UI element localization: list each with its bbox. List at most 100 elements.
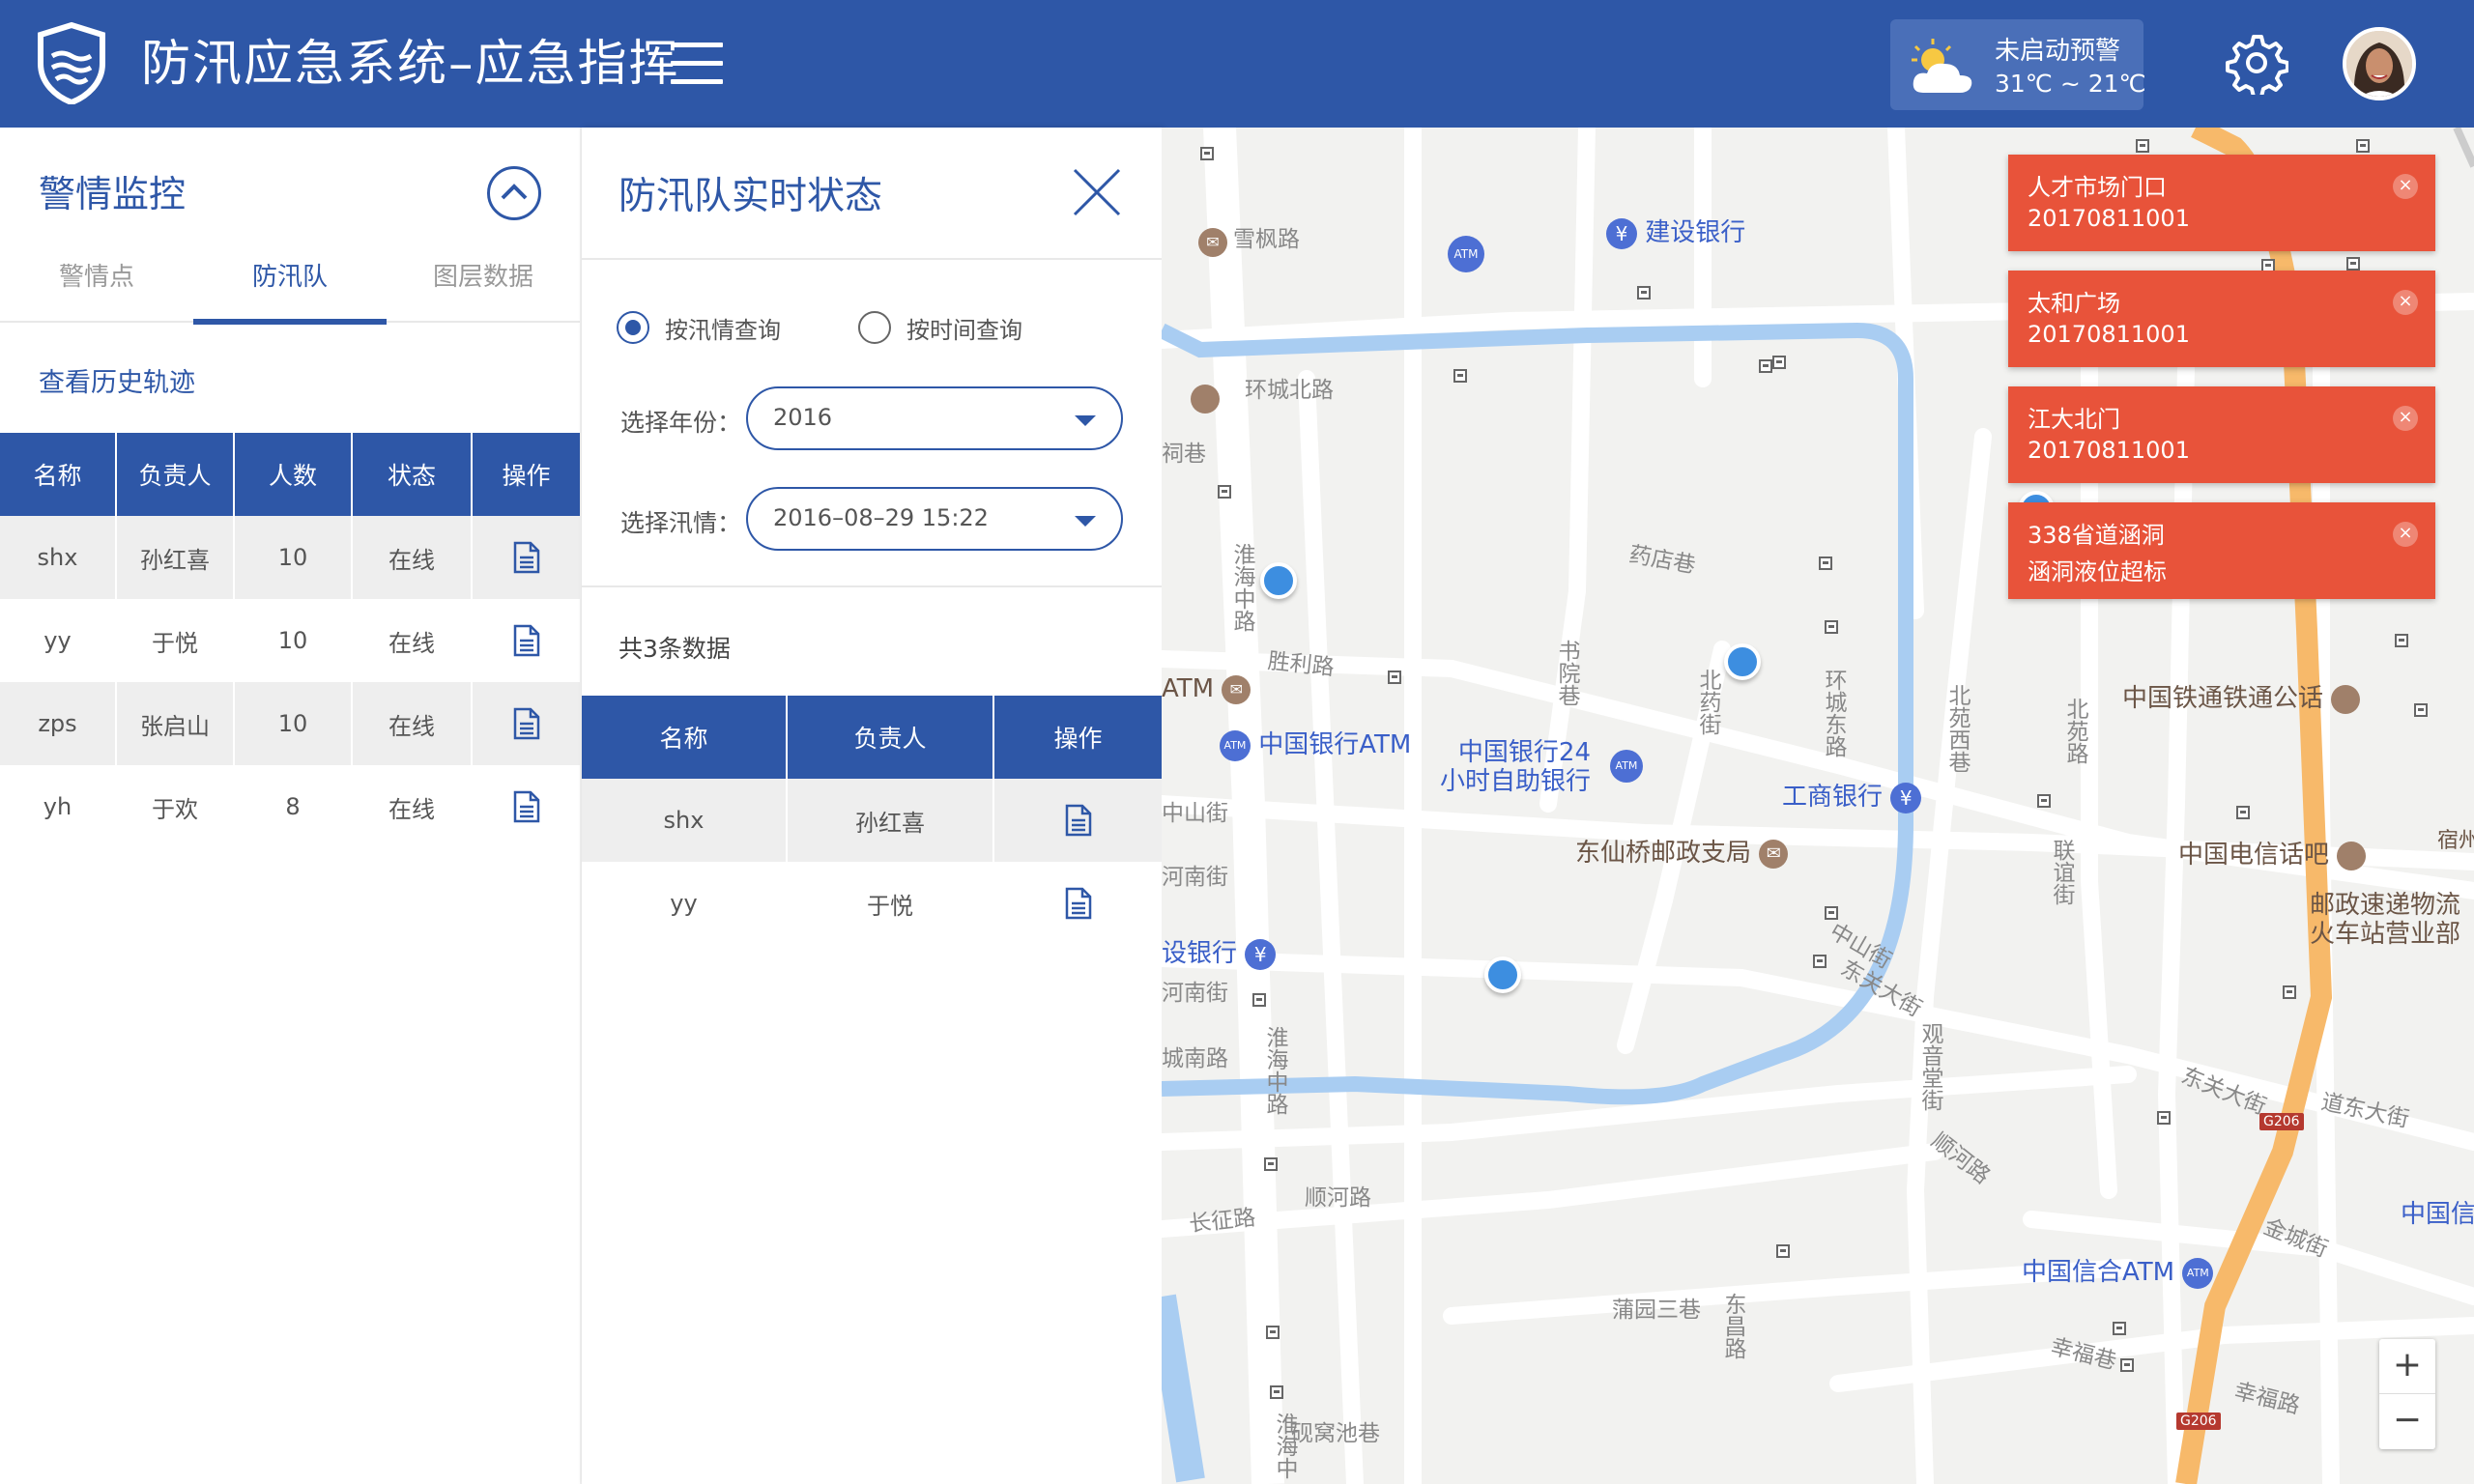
zoom-control: + − — [2379, 1339, 2435, 1449]
bus-stop-icon — [1218, 485, 1231, 499]
flood-event-label: 选择汛情： — [620, 509, 742, 537]
bus-stop-icon — [1270, 1385, 1283, 1399]
caret-down-icon — [1075, 516, 1096, 527]
poi-ems[interactable]: 邮政速递物流 火车站营业部 — [2310, 891, 2460, 949]
close-icon[interactable]: × — [2393, 174, 2418, 199]
street-label: 雪枫路 — [1233, 227, 1300, 252]
zoom-in-button[interactable]: + — [2379, 1339, 2435, 1394]
cell-status: 在线 — [352, 516, 473, 599]
atm-icon: ATM — [1610, 750, 1643, 783]
table-header-row: 名称 负责人 操作 — [582, 696, 1162, 779]
poi-boc-24h[interactable]: 中国银行24 小时自助银行 — [1440, 738, 1591, 796]
hamburger-menu-icon[interactable] — [671, 43, 723, 89]
alarm-monitor-panel: 警情监控 警情点 防汛队 图层数据 查看历史轨迹 名称 负责人 人数 状态 操作… — [0, 128, 580, 1484]
poi-boc-atm[interactable]: ATM 中国银行ATM — [1220, 725, 1411, 761]
alert-detail: 涵洞液位超标 — [2028, 558, 2167, 585]
bus-stop-icon — [2113, 1322, 2126, 1335]
close-icon[interactable]: × — [2393, 406, 2418, 431]
poi-post-office[interactable]: 东仙桥邮政支局 ✉ — [1575, 833, 1789, 869]
alert-card[interactable]: 338省道涵洞 涵洞液位超标 × — [2008, 502, 2435, 599]
poi-icbc[interactable]: 工商银行 ¥ — [1782, 777, 1922, 813]
bus-stop-icon — [2157, 1111, 2171, 1125]
table-row[interactable]: yy 于悦 — [582, 862, 1162, 945]
alert-card[interactable]: 太和广场 20170811001 × — [2008, 271, 2435, 367]
zoom-out-button[interactable]: − — [2379, 1394, 2435, 1449]
col-header-name[interactable]: 名称 — [582, 696, 788, 779]
bus-stop-icon — [1453, 369, 1467, 383]
close-icon[interactable]: × — [2393, 290, 2418, 315]
document-icon[interactable] — [1065, 887, 1092, 920]
team-location-marker[interactable] — [1260, 562, 1297, 599]
poi-telecom[interactable]: 中国电信话吧 — [2178, 835, 2367, 870]
street-label: 胜利路 — [1266, 648, 1336, 681]
bus-stop-icon — [2236, 806, 2250, 819]
tab-alarm-points[interactable]: 警情点 — [0, 253, 193, 323]
team-location-marker[interactable] — [1484, 956, 1521, 993]
col-header-count[interactable]: 人数 — [234, 433, 353, 516]
atm-icon[interactable]: ATM — [1448, 236, 1484, 272]
document-icon[interactable] — [513, 707, 540, 740]
poi-railway-office[interactable]: 中国铁通铁通公话 — [2122, 678, 2361, 714]
bus-stop-icon — [2136, 139, 2149, 153]
street-label: 河南街 — [1162, 981, 1228, 1006]
col-header-action[interactable]: 操作 — [472, 433, 580, 516]
poi-atm-left[interactable]: ATM ✉ — [1162, 674, 1251, 704]
alert-card[interactable]: 人才市场门口 20170811001 × — [2008, 155, 2435, 251]
alert-card[interactable]: 江大北门 20170811001 × — [2008, 386, 2435, 483]
table-row[interactable]: zps 张启山 10 在线 — [0, 682, 580, 765]
street-label: 砚窝池巷 — [1291, 1421, 1380, 1446]
view-history-track-link[interactable]: 查看历史轨迹 — [39, 361, 195, 399]
col-header-leader[interactable]: 负责人 — [116, 433, 235, 516]
close-icon[interactable]: × — [2393, 522, 2418, 547]
table-row[interactable]: shx 孙红喜 — [582, 779, 1162, 862]
bus-stop-icon — [1825, 906, 1838, 920]
caret-down-icon — [1075, 415, 1096, 426]
cell-name: yy — [582, 862, 788, 945]
poi-bank-left[interactable]: 设银行 ¥ — [1162, 933, 1277, 970]
street-label: 中山街 — [1162, 801, 1228, 826]
street-label: 蒲园三巷 — [1612, 1298, 1701, 1323]
alert-detail: 20170811001 — [2028, 321, 2190, 348]
radio-label: 按时间查询 — [906, 317, 1022, 344]
app-title: 防汛应急系统–应急指挥 — [141, 36, 680, 93]
street-label: 书院巷 — [1554, 640, 1579, 706]
document-icon[interactable] — [1065, 804, 1092, 837]
document-icon[interactable] — [513, 790, 540, 823]
document-icon[interactable] — [513, 541, 540, 574]
col-header-name[interactable]: 名称 — [0, 433, 117, 516]
street-label: 联谊街 — [2049, 839, 2074, 905]
panel-tabs: 警情点 防汛队 图层数据 — [0, 253, 580, 325]
table-row[interactable]: shx 孙红喜 10 在线 — [0, 516, 580, 599]
cell-leader: 于悦 — [787, 862, 994, 945]
tab-flood-teams[interactable]: 防汛队 — [193, 253, 387, 325]
cell-count: 10 — [234, 682, 353, 765]
col-header-status[interactable]: 状态 — [352, 433, 473, 516]
tab-layer-data[interactable]: 图层数据 — [387, 253, 580, 323]
team-location-marker[interactable] — [1724, 643, 1761, 680]
col-header-leader[interactable]: 负责人 — [787, 696, 994, 779]
weather-widget[interactable]: 未启动预警 31℃ ~ 21℃ — [1890, 19, 2146, 110]
cell-status: 在线 — [352, 765, 473, 848]
team-status-table: 名称 负责人 操作 shx 孙红喜 yy 于悦 — [582, 696, 1162, 945]
table-row[interactable]: yh 于欢 8 在线 — [0, 765, 580, 848]
collapse-button[interactable] — [487, 166, 541, 220]
cell-leader: 于欢 — [116, 765, 235, 848]
record-count: 共3条数据 — [618, 635, 731, 663]
poi-cib-atm[interactable]: 中国信合ATM ATM — [2022, 1252, 2214, 1289]
bus-stop-icon — [2414, 703, 2428, 717]
table-row[interactable]: yy 于悦 10 在线 — [0, 599, 580, 682]
top-header: 防汛应急系统–应急指挥 未启动预警 31℃ ~ 21℃ — [0, 0, 2474, 128]
document-icon[interactable] — [513, 624, 540, 657]
gear-icon[interactable] — [2225, 31, 2288, 95]
table-header-row: 名称 负责人 人数 状态 操作 — [0, 433, 580, 516]
year-label: 选择年份： — [620, 409, 742, 437]
poi-bank-right[interactable]: 中国信 — [2401, 1194, 2474, 1230]
col-header-action[interactable]: 操作 — [993, 696, 1162, 779]
user-avatar[interactable] — [2343, 27, 2416, 100]
close-icon[interactable] — [1071, 166, 1123, 218]
year-select[interactable]: 2016 — [746, 386, 1123, 450]
poi-dot-icon — [1191, 385, 1220, 414]
flood-event-select[interactable]: 2016–08–29 15:22 — [746, 487, 1123, 551]
bus-stop-icon — [1388, 671, 1401, 684]
poi-ccb[interactable]: ¥ 建设银行 — [1606, 213, 1745, 249]
